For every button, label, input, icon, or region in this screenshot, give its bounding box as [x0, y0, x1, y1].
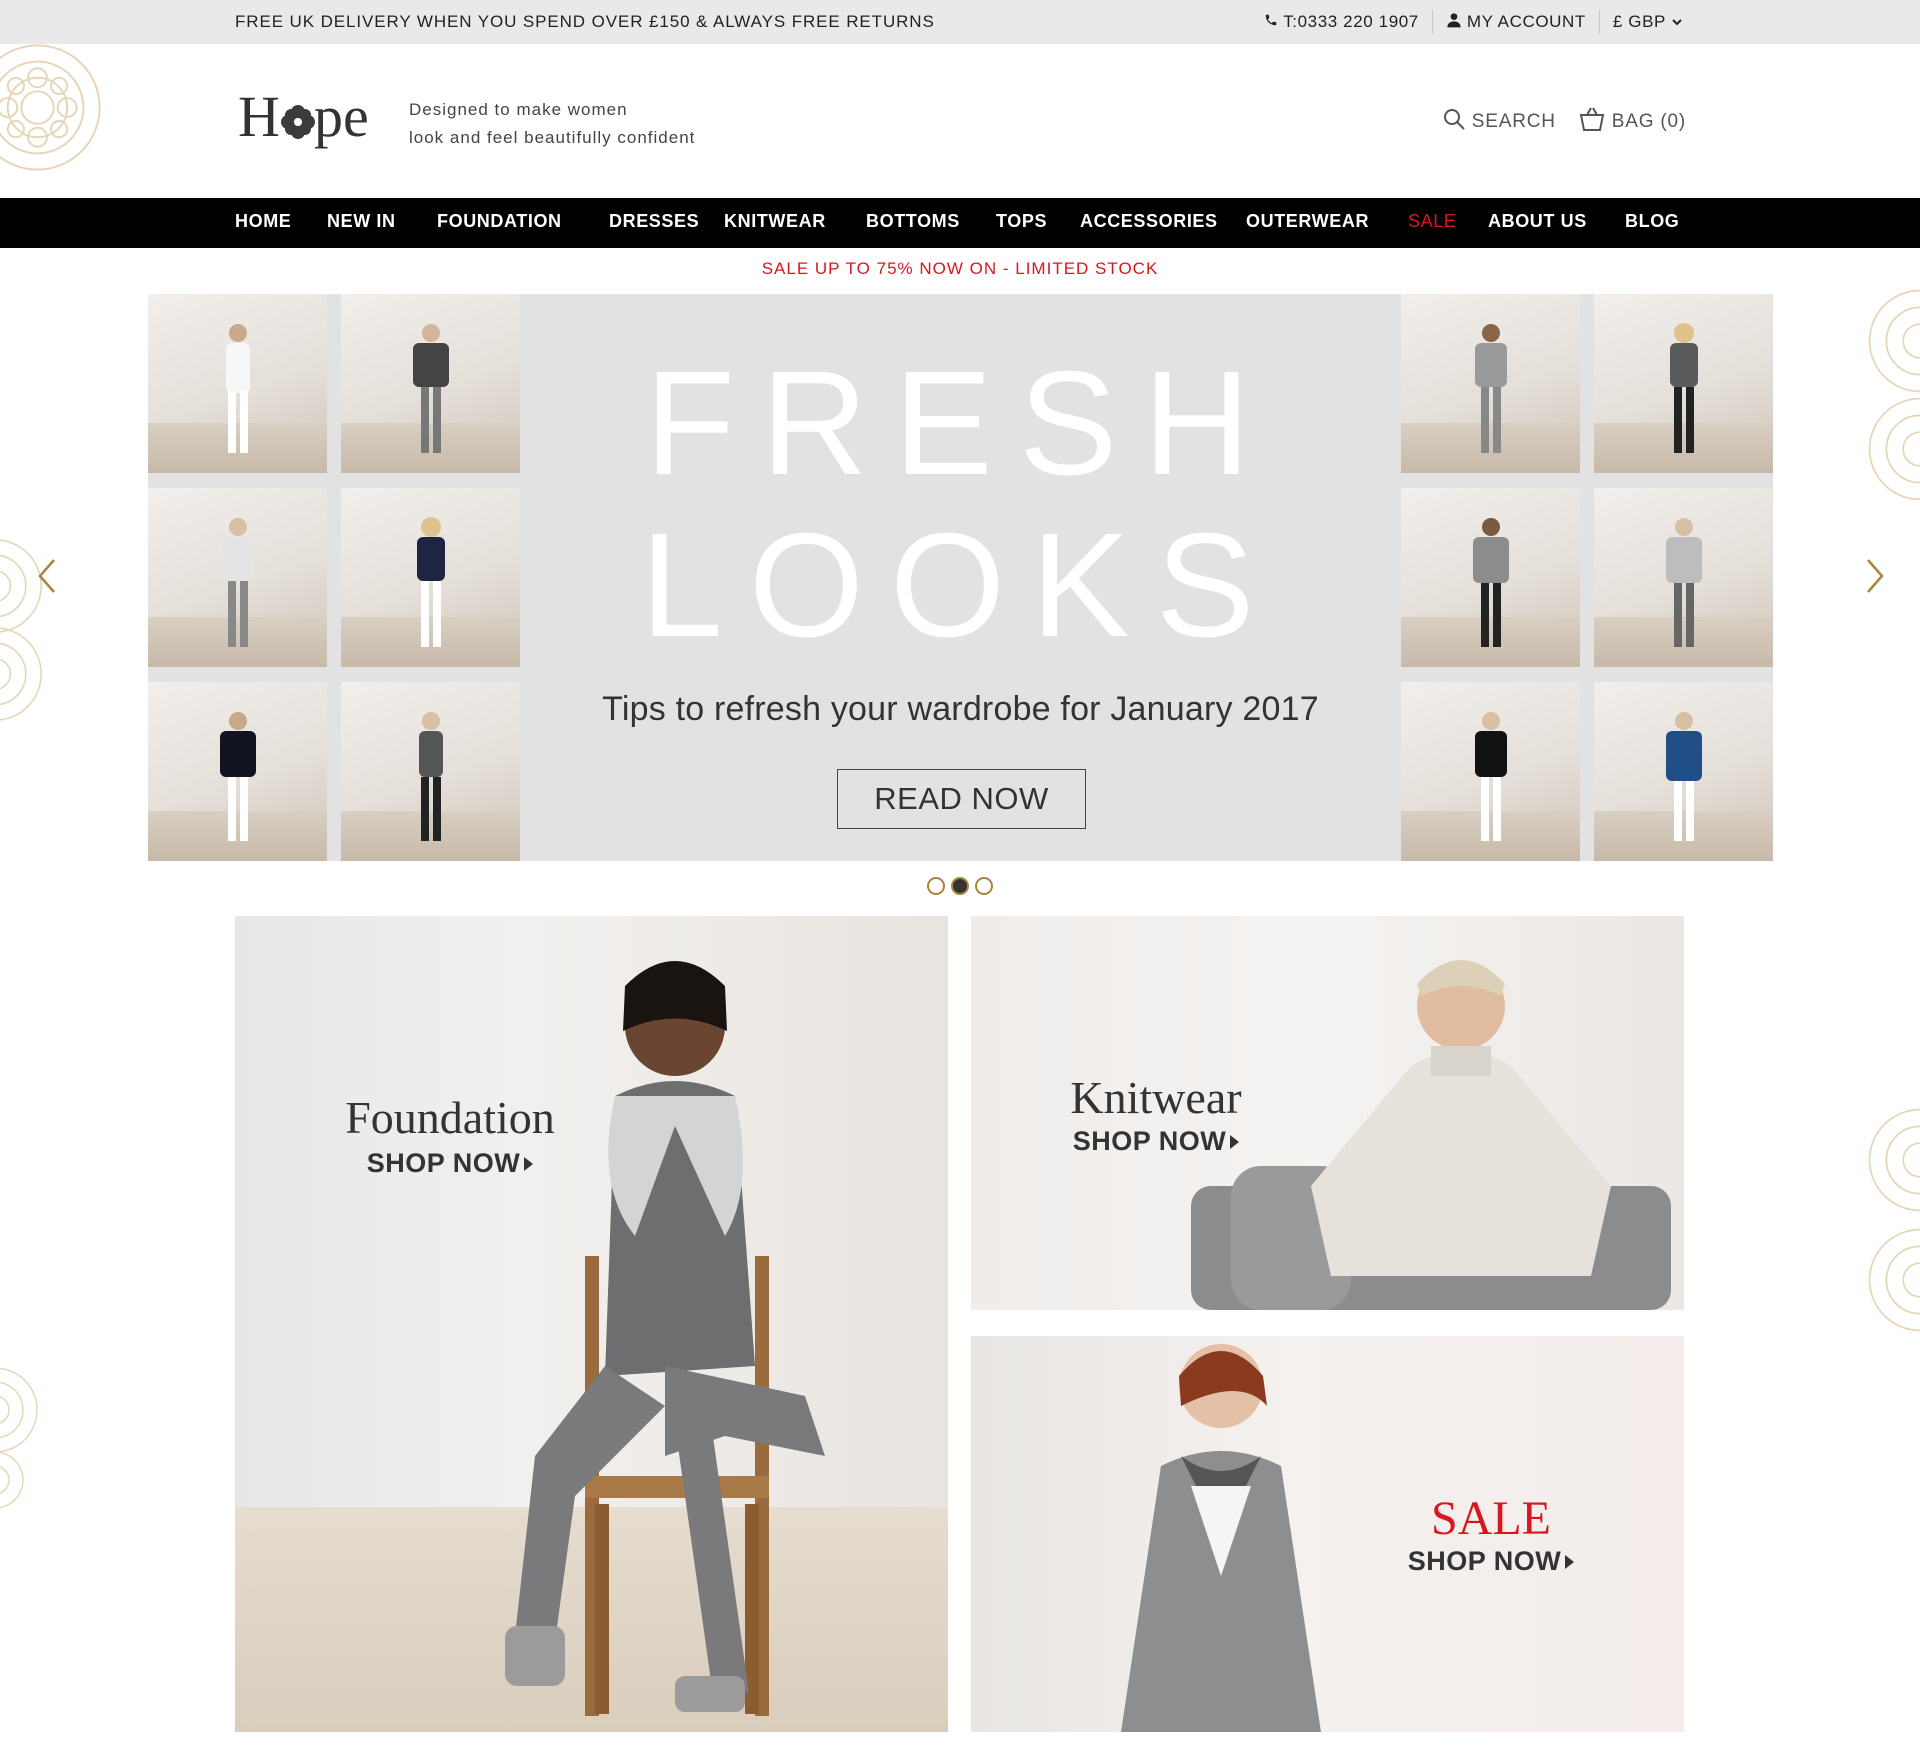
- nav-item-outerwear[interactable]: OUTERWEAR: [1246, 211, 1369, 232]
- arrow-right-icon: [524, 1156, 534, 1171]
- nav-item-dresses[interactable]: DRESSES: [609, 211, 699, 232]
- sale-label: SALE SHOP NOW: [1391, 1491, 1591, 1577]
- shop-now-label: SHOP NOW: [1407, 1546, 1562, 1576]
- foundation-shop-now[interactable]: SHOP NOW: [315, 1148, 585, 1179]
- sale-shop-now[interactable]: SHOP NOW: [1391, 1546, 1591, 1577]
- foundation-label: Foundation SHOP NOW: [315, 1091, 585, 1179]
- shopping-bag-icon: [1578, 106, 1606, 138]
- nav-item-home[interactable]: HOME: [235, 211, 291, 232]
- top-bar-utilities: T:0333 220 1907 MY ACCOUNT £ GBP: [1251, 10, 1683, 34]
- phone-number[interactable]: T:0333 220 1907: [1251, 12, 1432, 32]
- nav-item-tops[interactable]: TOPS: [996, 211, 1047, 232]
- chevron-down-icon: [1671, 12, 1683, 32]
- search-button[interactable]: SEARCH: [1442, 107, 1556, 137]
- nav-item-new-in[interactable]: NEW IN: [327, 211, 396, 232]
- brand-tagline: Designed to make women look and feel bea…: [409, 96, 695, 152]
- carousel-dot-3[interactable]: [975, 877, 993, 895]
- decorative-lace-pattern: [0, 40, 105, 175]
- knitwear-shop-now[interactable]: SHOP NOW: [1041, 1126, 1271, 1157]
- nav-item-accessories[interactable]: ACCESSORIES: [1080, 211, 1218, 232]
- header-actions: SEARCH BAG (0): [1442, 106, 1686, 138]
- phone-icon: [1264, 12, 1278, 32]
- carousel-dot-1[interactable]: [927, 877, 945, 895]
- hero-carousel-slide[interactable]: FRESH LOOKS Tips to refresh your wardrob…: [148, 294, 1773, 861]
- shop-now-label: SHOP NOW: [366, 1148, 521, 1178]
- nav-item-blog[interactable]: BLOG: [1625, 211, 1679, 232]
- decorative-lace-pattern: [1860, 280, 1920, 510]
- tagline-line-1: Designed to make women: [409, 100, 628, 119]
- arrow-right-icon: [1565, 1554, 1575, 1569]
- foundation-title: Foundation: [345, 1092, 555, 1143]
- foundation-category-tile[interactable]: Foundation SHOP NOW: [235, 916, 948, 1732]
- svg-text:pe: pe: [314, 84, 369, 149]
- nav-item-sale[interactable]: SALE: [1408, 211, 1456, 232]
- currency-label: £ GBP: [1612, 12, 1666, 31]
- read-now-button[interactable]: READ NOW: [837, 769, 1086, 829]
- decorative-lace-pattern: [1860, 1100, 1920, 1340]
- sale-title: SALE: [1431, 1492, 1551, 1545]
- shopping-bag-button[interactable]: BAG (0): [1578, 106, 1686, 138]
- nav-item-bottoms[interactable]: BOTTOMS: [866, 211, 960, 232]
- bag-label: BAG (0): [1611, 111, 1686, 132]
- knitwear-category-tile[interactable]: Knitwear SHOP NOW: [971, 916, 1684, 1310]
- search-icon: [1442, 107, 1466, 137]
- sale-category-tile[interactable]: SALE SHOP NOW: [971, 1336, 1684, 1732]
- hero-subtitle: Tips to refresh your wardrobe for Januar…: [602, 690, 1319, 728]
- decorative-lace-pattern: [0, 1360, 50, 1520]
- model-photo: [505, 961, 825, 1716]
- carousel-prev-arrow[interactable]: [32, 556, 62, 596]
- sale-announcement[interactable]: SALE UP TO 75% NOW ON - LIMITED STOCK: [0, 259, 1920, 279]
- shop-now-label: SHOP NOW: [1072, 1126, 1227, 1156]
- knitwear-title: Knitwear: [1070, 1072, 1242, 1123]
- nav-item-knitwear[interactable]: KNITWEAR: [724, 211, 826, 232]
- my-account-link[interactable]: MY ACCOUNT: [1433, 12, 1599, 33]
- hero-title-line-2: LOOKS: [640, 503, 1281, 668]
- currency-selector[interactable]: £ GBP: [1600, 12, 1683, 32]
- top-bar: FREE UK DELIVERY WHEN YOU SPEND OVER £15…: [0, 0, 1920, 44]
- carousel-pagination: [927, 877, 993, 895]
- svg-text:H: H: [238, 84, 280, 149]
- delivery-promo-text: FREE UK DELIVERY WHEN YOU SPEND OVER £15…: [235, 12, 935, 31]
- user-icon: [1446, 12, 1462, 33]
- carousel-next-arrow[interactable]: [1860, 556, 1890, 596]
- hero-title-line-1: FRESH: [644, 341, 1277, 506]
- hope-logo[interactable]: H pe: [238, 84, 388, 154]
- my-account-label: MY ACCOUNT: [1466, 12, 1586, 31]
- main-navigation: HOME NEW IN FOUNDATION DRESSES KNITWEAR …: [0, 198, 1920, 248]
- model-photo: [1121, 1344, 1321, 1732]
- tagline-line-2: look and feel beautifully confident: [409, 128, 696, 147]
- knitwear-label: Knitwear SHOP NOW: [1041, 1071, 1271, 1157]
- carousel-dot-2[interactable]: [951, 877, 969, 895]
- nav-item-foundation[interactable]: FOUNDATION: [437, 211, 562, 232]
- phone-number-label: T:0333 220 1907: [1283, 12, 1419, 31]
- search-label: SEARCH: [1471, 111, 1556, 132]
- nav-item-about-us[interactable]: ABOUT US: [1488, 211, 1587, 232]
- arrow-right-icon: [1230, 1134, 1240, 1149]
